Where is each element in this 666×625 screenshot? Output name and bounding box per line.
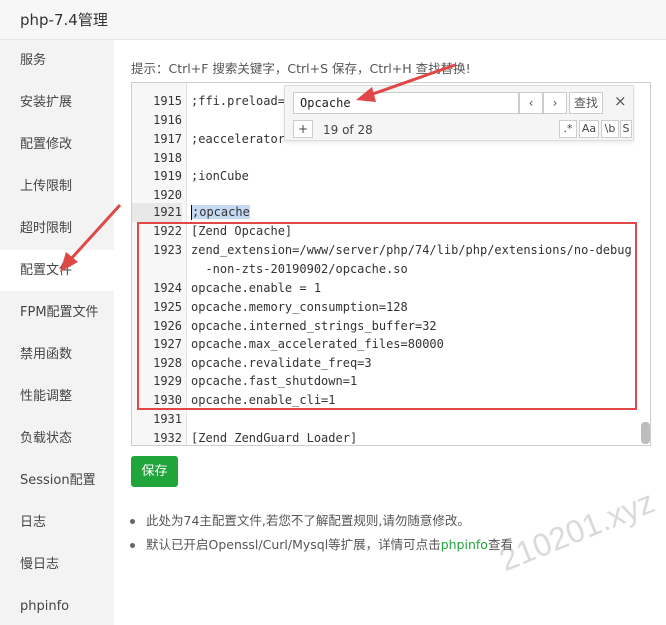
line-number: 1930 (153, 393, 182, 407)
line-code: opcache.fast_shutdown=1 (191, 374, 358, 388)
sidebar-item-phpinfo[interactable]: phpinfo (0, 586, 114, 625)
editor-scrollbar[interactable] (641, 422, 650, 444)
line-code: [Zend ZendGuard Loader] (191, 431, 358, 445)
editor-line: 1918 (132, 149, 637, 168)
phpinfo-link[interactable]: phpinfo (441, 537, 488, 552)
line-number: 1916 (153, 113, 182, 127)
editor-line: 1927 opcache.max_accelerated_files=80000 (132, 335, 637, 354)
line-number: 1925 (153, 300, 182, 314)
whole-word-toggle[interactable]: \b (601, 120, 619, 138)
bullet-icon (130, 543, 135, 548)
line-code: opcache.interned_strings_buffer=32 (191, 319, 437, 333)
sidebar-item-install-extension[interactable]: 安装扩展 (0, 82, 114, 123)
line-number: 1919 (153, 169, 182, 183)
line-code: -non-zts-20190902/opcache.so (191, 262, 408, 276)
arrow-icon (356, 63, 456, 102)
arrow-icon (60, 203, 122, 272)
window-title: php-7.4管理 (20, 11, 108, 29)
chevron-right-icon: › (552, 96, 558, 110)
line-number: 1924 (153, 281, 182, 295)
find-prev-button[interactable]: ‹ (519, 92, 543, 114)
editor-line-wrapped: -non-zts-20190902/opcache.so (132, 260, 637, 279)
find-button[interactable]: 查找 (569, 92, 603, 114)
line-code: opcache.max_accelerated_files=80000 (191, 337, 444, 351)
watermark: 210201.xyz (494, 483, 660, 579)
find-next-button[interactable]: › (543, 92, 567, 114)
code-editor[interactable]: 1915 ;ffi.preload= 1916 1917 ;eaccelerat… (131, 82, 651, 446)
note-item: 默认已开启Openssl/Curl/Mysql等扩展，详情可点击phpinfo查… (130, 534, 513, 553)
editor-line: 1928 opcache.revalidate_freq=3 (132, 354, 637, 373)
expand-replace-button[interactable]: + (293, 120, 313, 138)
find-match-count: 19 of 28 (323, 123, 373, 137)
line-number: 1923 (153, 243, 182, 257)
editor-line: 1931 (132, 410, 637, 429)
line-number: 1931 (153, 412, 182, 426)
line-number: 1929 (153, 374, 182, 388)
line-number: 1918 (153, 151, 182, 165)
line-number: 1927 (153, 337, 182, 351)
line-number: 1917 (153, 132, 182, 146)
editor-line: 1924 opcache.enable = 1 (132, 279, 637, 298)
line-code: ;ffi.preload= (191, 94, 285, 108)
editor-line: 1932 [Zend ZendGuard Loader] (132, 429, 637, 445)
selection-toggle[interactable]: S (620, 120, 632, 138)
case-sensitive-toggle[interactable]: Aa (579, 120, 599, 138)
line-number: 1932 (153, 431, 182, 445)
line-number: 1928 (153, 356, 182, 370)
editor-line: 1922 [Zend Opcache] (132, 222, 637, 241)
editor-line-active: 1921 ;opcache (132, 203, 637, 222)
note-text: 此处为74主配置文件,若您不了解配置规则,请勿随意修改。 (146, 513, 470, 528)
title-bar: php-7.4管理 (0, 0, 666, 40)
line-code: opcache.enable_cli=1 (191, 393, 336, 407)
save-button[interactable]: 保存 (131, 456, 178, 487)
sidebar-item-load-status[interactable]: 负载状态 (0, 418, 114, 459)
line-code: opcache.enable = 1 (191, 281, 322, 295)
line-code: ;ionCube (191, 169, 249, 183)
sidebar-item-performance[interactable]: 性能调整 (0, 376, 114, 417)
line-code: ;eaccelerator (191, 132, 285, 146)
sidebar-item-log[interactable]: 日志 (0, 502, 114, 543)
line-code: opcache.memory_consumption=128 (191, 300, 408, 314)
editor-line: 1926 opcache.interned_strings_buffer=32 (132, 317, 637, 336)
note-item: 此处为74主配置文件,若您不了解配置规则,请勿随意修改。 (130, 510, 470, 529)
line-number: 1915 (153, 94, 182, 108)
bullet-icon (130, 519, 135, 524)
line-number: 1926 (153, 319, 182, 333)
sidebar: 服务 安装扩展 配置修改 上传限制 超时限制 配置文件 FPM配置文件 禁用函数… (0, 40, 114, 625)
line-code-selected: ;opcache (191, 205, 250, 220)
line-code: zend_extension=/www/server/php/74/lib/ph… (191, 243, 632, 257)
close-find-icon[interactable]: × (614, 92, 627, 110)
line-code: opcache.revalidate_freq=3 (191, 356, 372, 370)
sidebar-item-disabled-functions[interactable]: 禁用函数 (0, 334, 114, 375)
regex-toggle[interactable]: .* (559, 120, 577, 138)
sidebar-item-fpm-config[interactable]: FPM配置文件 (0, 292, 114, 333)
sidebar-item-service[interactable]: 服务 (0, 40, 114, 81)
sidebar-item-session-config[interactable]: Session配置 (0, 460, 114, 501)
editor-line: 1923 zend_extension=/www/server/php/74/l… (132, 241, 637, 260)
line-code: [Zend Opcache] (191, 224, 293, 238)
chevron-left-icon: ‹ (528, 96, 534, 110)
line-number: 1921 (132, 203, 182, 222)
editor-line: 1919 ;ionCube (132, 167, 637, 186)
editor-line: 1930 opcache.enable_cli=1 (132, 391, 637, 410)
sidebar-item-config-modify[interactable]: 配置修改 (0, 124, 114, 165)
editor-line: 1929 opcache.fast_shutdown=1 (132, 372, 637, 391)
line-number: 1922 (153, 224, 182, 238)
sidebar-item-slow-log[interactable]: 慢日志 (0, 544, 114, 585)
note-text: 默认已开启Openssl/Curl/Mysql等扩展，详情可点击 (146, 537, 441, 552)
editor-line: 1925 opcache.memory_consumption=128 (132, 298, 637, 317)
